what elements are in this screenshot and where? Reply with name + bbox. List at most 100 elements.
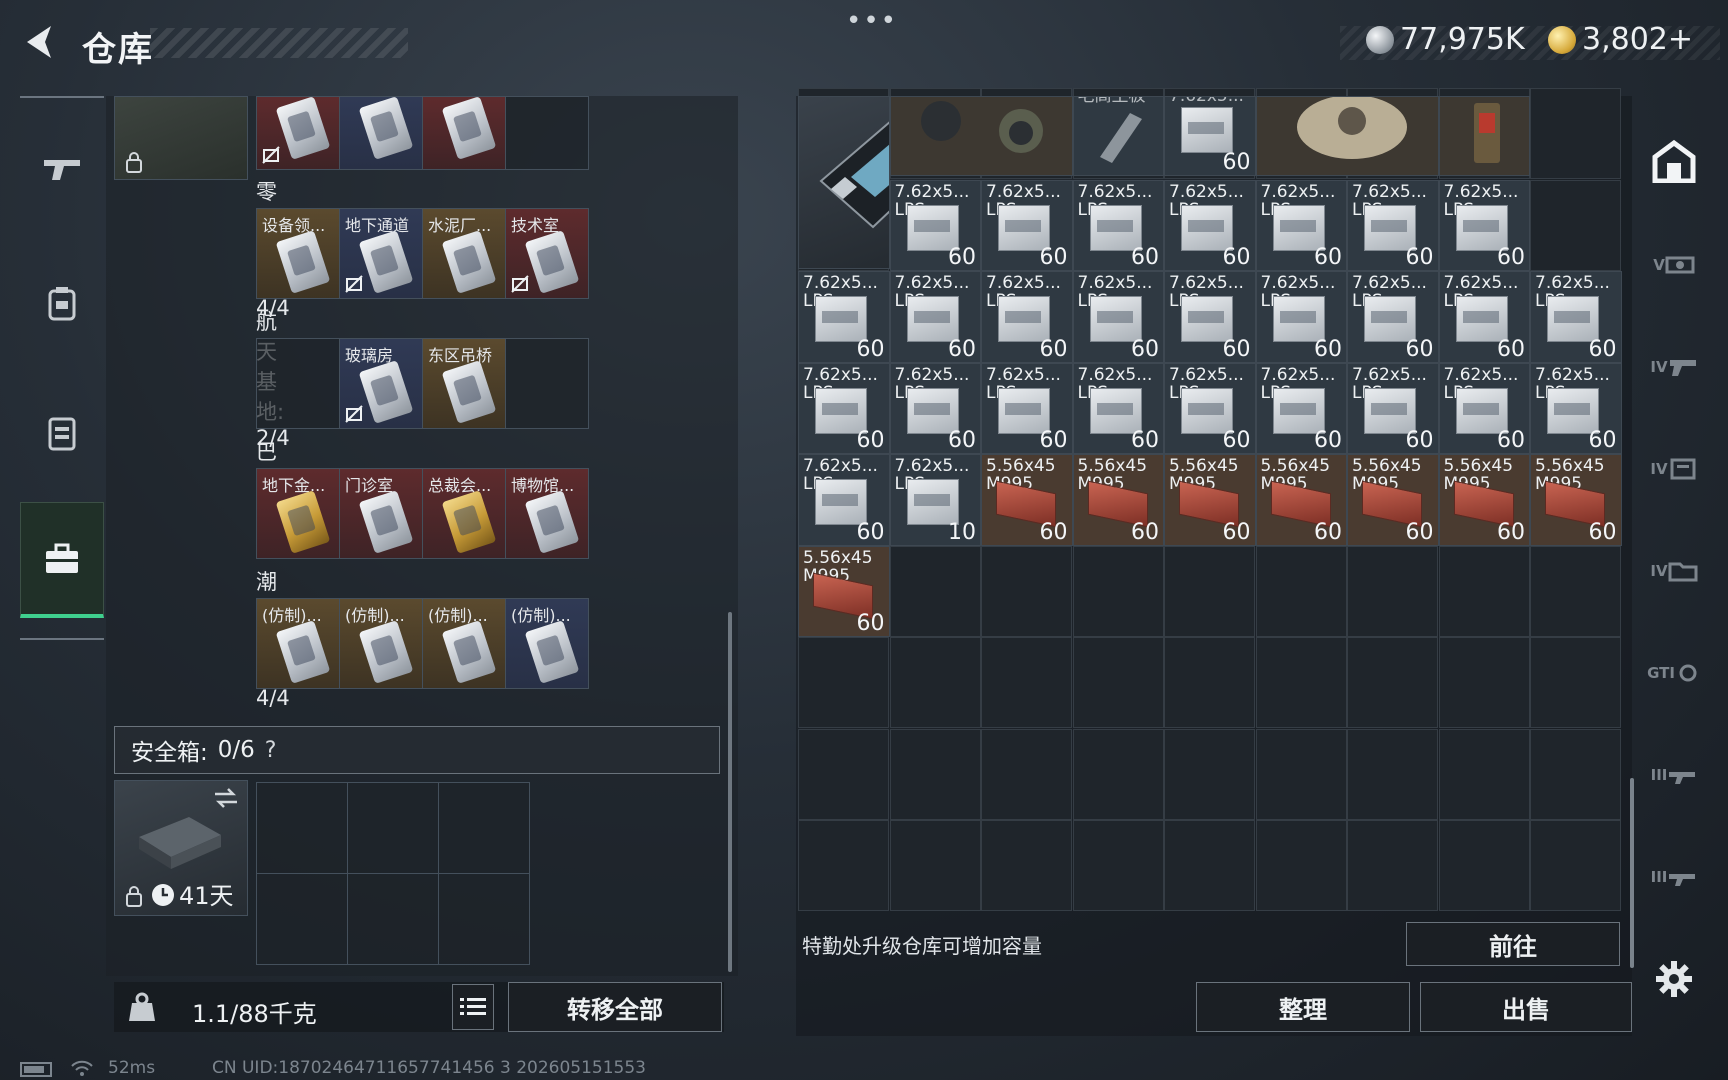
back-button[interactable]	[18, 18, 62, 66]
silver-currency[interactable]: 77,975K	[1366, 22, 1525, 57]
nav-weapons[interactable]	[20, 124, 104, 214]
tab-tier-iv-c[interactable]: IV	[1642, 526, 1706, 616]
warehouse-slot[interactable]	[1530, 88, 1621, 179]
warehouse-slot[interactable]	[981, 728, 1072, 820]
ammo-762-item[interactable]: 7.62x5...LPS60	[1530, 271, 1622, 363]
warehouse-slot[interactable]	[1164, 637, 1255, 728]
ammo-762-item[interactable]: 7.62x5...LPS60	[1438, 362, 1530, 454]
warehouse-slot[interactable]	[981, 545, 1072, 637]
warehouse-slot[interactable]	[1530, 728, 1621, 820]
warehouse-slot[interactable]	[1255, 545, 1347, 637]
sell-button[interactable]: 出售	[1420, 982, 1632, 1032]
tab-tier-iii-a[interactable]: III	[1642, 730, 1706, 820]
warehouse-slot[interactable]	[1438, 637, 1530, 728]
tab-tier-iv-b[interactable]: IV	[1642, 424, 1706, 514]
warehouse-slot[interactable]	[1530, 637, 1621, 728]
warehouse-slot[interactable]	[1255, 820, 1347, 911]
ammo-556-item[interactable]: 5.56x45M99560	[1255, 454, 1347, 546]
motherboard-item[interactable]	[798, 96, 890, 269]
ammo-556-item[interactable]: 5.56x45M99560	[1438, 454, 1530, 546]
ammo-762-item[interactable]: 7.62x5...LPS60	[889, 179, 981, 271]
gold-currency[interactable]: 3,802+	[1548, 22, 1693, 57]
transfer-all-button[interactable]: 转移全部	[508, 982, 722, 1032]
key-card-item[interactable]: 东区吊桥	[422, 338, 506, 429]
empty-slot[interactable]	[505, 338, 589, 429]
sort-button[interactable]: 整理	[1196, 982, 1410, 1032]
key-card-item[interactable]: 水泥厂...	[422, 208, 506, 299]
warehouse-slot[interactable]	[1255, 728, 1347, 820]
key-card-item[interactable]: 设备领...	[256, 208, 340, 299]
safe-box-bar[interactable]: 安全箱: 0/6 ?	[114, 726, 720, 774]
key-card-item[interactable]: (仿制)...	[256, 598, 340, 689]
warehouse-item[interactable]	[889, 96, 1073, 176]
container-item[interactable]	[114, 96, 248, 180]
warehouse-slot[interactable]	[798, 637, 889, 728]
ammo-762-item[interactable]: 7.62x5...LPS60	[1164, 271, 1256, 363]
swap-icon[interactable]	[213, 787, 239, 809]
goto-button[interactable]: 前往	[1406, 922, 1620, 966]
ammo-762-item[interactable]: 7.62x5...LPS60	[981, 362, 1073, 454]
key-card-item[interactable]: 技术室	[505, 208, 589, 299]
ammo-762-item[interactable]: 7.62x5...LPS60	[1530, 362, 1622, 454]
warehouse-item[interactable]: 7.62x5... 60	[1164, 96, 1256, 176]
tab-tier-iv-a[interactable]: IV	[1642, 322, 1706, 412]
ammo-556-item[interactable]: 5.56x45M99560	[798, 545, 890, 637]
ammo-762-item[interactable]: 7.62x5...LPS60	[889, 362, 981, 454]
ammo-762-item[interactable]: 7.62x5...LPS60	[1164, 362, 1256, 454]
warehouse-slot[interactable]	[1347, 728, 1438, 820]
more-menu-icon[interactable]: •••	[846, 6, 898, 36]
key-card-item[interactable]: (仿制)...	[422, 598, 506, 689]
ammo-762-item[interactable]: 7.62x5...LPS60	[981, 179, 1073, 271]
weight-lock-button[interactable]	[114, 982, 170, 1032]
ammo-556-item[interactable]: 5.56x45M99560	[1347, 454, 1439, 546]
ammo-762-item[interactable]: 7.62x5...LPS60	[798, 454, 890, 546]
warehouse-slot[interactable]	[1438, 545, 1530, 637]
key-card-item[interactable]	[256, 96, 340, 170]
key-card-item[interactable]	[422, 96, 506, 170]
ammo-762-item[interactable]: 7.62x5...LPS60	[1072, 362, 1164, 454]
safe-box-slot[interactable]	[438, 873, 530, 965]
ammo-762-item[interactable]: 7.62x5...LPS60	[1255, 179, 1347, 271]
warehouse-slot[interactable]	[1347, 820, 1438, 911]
ammo-762-item[interactable]: 7.62x5...LPS60	[1072, 271, 1164, 363]
warehouse-slot[interactable]	[889, 637, 981, 728]
warehouse-slot[interactable]	[1164, 728, 1255, 820]
tab-all[interactable]	[1642, 116, 1706, 206]
nav-equipment[interactable]	[20, 258, 104, 348]
warehouse-slot[interactable]	[889, 728, 981, 820]
warehouse-slot[interactable]	[1438, 820, 1530, 911]
key-card-item[interactable]: 地下金...	[256, 468, 340, 559]
ammo-762-item[interactable]: 7.62x5...LPS60	[1347, 179, 1439, 271]
list-view-button[interactable]	[452, 984, 494, 1030]
warehouse-item[interactable]: 毛高主板	[1072, 96, 1164, 176]
nav-container[interactable]	[20, 502, 104, 618]
ammo-762-item[interactable]: 7.62x5...LPS60	[981, 271, 1073, 363]
warehouse-item[interactable]	[1438, 96, 1530, 176]
warehouse-slot[interactable]	[1072, 545, 1164, 637]
safe-box-slot[interactable]	[256, 873, 348, 965]
key-card-item[interactable]: 门诊室	[339, 468, 423, 559]
key-card-item[interactable]: (仿制)...	[339, 598, 423, 689]
ammo-762-item[interactable]: 7.62x5...LPS10	[889, 454, 981, 546]
settings-button[interactable]	[1642, 934, 1706, 1024]
key-card-item[interactable]: 地下通道	[339, 208, 423, 299]
empty-slot[interactable]	[256, 338, 340, 429]
ammo-762-item[interactable]: 7.62x5...LPS60	[1255, 362, 1347, 454]
ammo-762-item[interactable]: 7.62x5...LPS60	[1072, 179, 1164, 271]
warehouse-slot[interactable]	[1347, 545, 1438, 637]
warehouse-slot[interactable]	[1164, 545, 1255, 637]
key-card-item[interactable]: 总裁会...	[422, 468, 506, 559]
safe-box-slot[interactable]	[438, 782, 530, 874]
warehouse-item[interactable]	[1255, 96, 1439, 176]
ammo-556-item[interactable]: 5.56x45M99560	[1072, 454, 1164, 546]
key-card-item[interactable]: (仿制)...	[505, 598, 589, 689]
warehouse-slot[interactable]	[1347, 637, 1438, 728]
warehouse-slot[interactable]	[1072, 820, 1164, 911]
warehouse-slot[interactable]	[981, 637, 1072, 728]
safe-box-item[interactable]: 41天	[114, 780, 248, 916]
tab-tier-v[interactable]: V	[1642, 220, 1706, 310]
warehouse-slot[interactable]	[1072, 637, 1164, 728]
safe-box-slot[interactable]	[347, 873, 439, 965]
ammo-762-item[interactable]: 7.62x5...LPS60	[1164, 179, 1256, 271]
empty-slot[interactable]	[505, 96, 589, 170]
